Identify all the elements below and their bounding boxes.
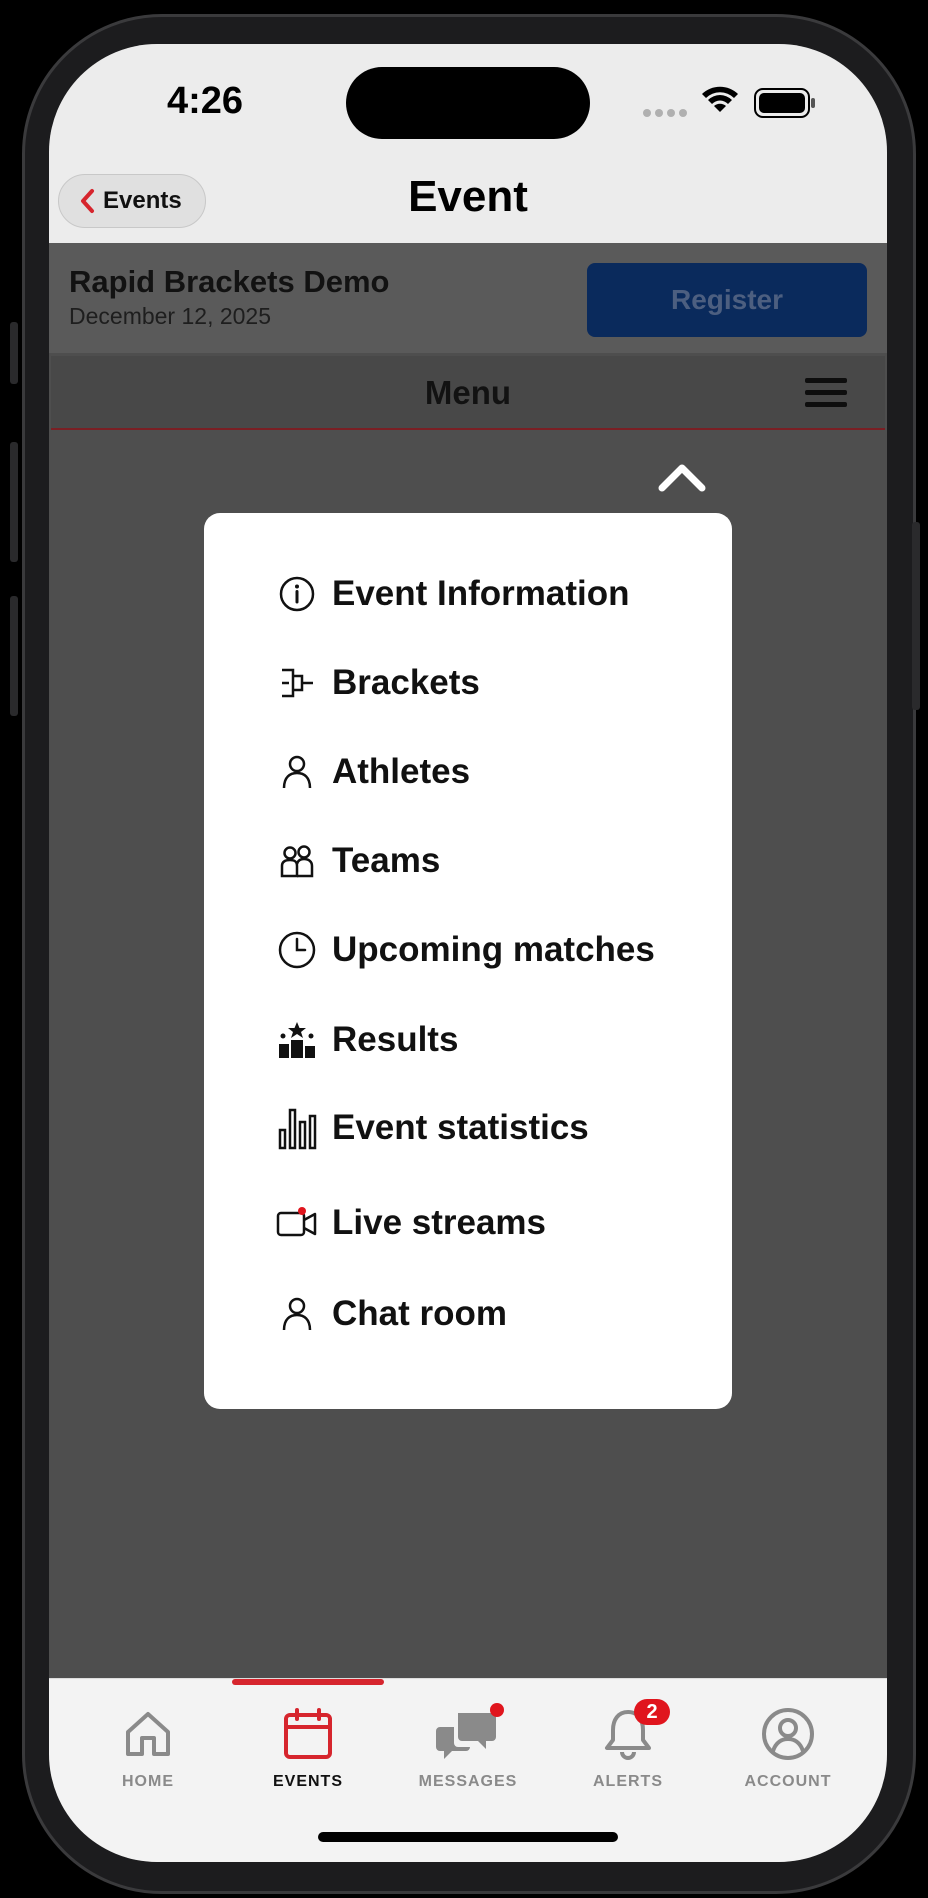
hamburger-menu-icon[interactable]: [805, 378, 847, 410]
bell-icon: 2: [558, 1699, 698, 1769]
back-button[interactable]: Events: [58, 174, 206, 228]
calendar-icon: [238, 1699, 378, 1769]
volume-down-button: [10, 596, 18, 716]
menu-item-brackets[interactable]: Brackets: [276, 653, 480, 713]
person-icon: [276, 1293, 318, 1335]
menu-item-label: Chat room: [332, 1294, 507, 1333]
tab-label: ALERTS: [593, 1773, 663, 1790]
status-time: 4:26: [167, 80, 244, 122]
podium-icon: [276, 1019, 318, 1061]
bracket-icon: [276, 662, 318, 704]
action-button: [10, 322, 18, 384]
menu-item-results[interactable]: Results: [276, 1010, 458, 1070]
tab-account[interactable]: ACCOUNT: [718, 1699, 858, 1791]
volume-up-button: [10, 442, 18, 562]
page-title: Event: [408, 172, 528, 221]
menu-item-event-information[interactable]: Event Information: [276, 564, 630, 624]
menu-item-label: Upcoming matches: [332, 930, 655, 969]
screen: 4:26 Events Event Rapid Brackets Demo De…: [49, 44, 887, 1862]
menu-item-label: Brackets: [332, 663, 480, 702]
power-button: [912, 522, 920, 710]
person-icon: [276, 751, 318, 793]
status-bar: 4:26: [49, 44, 887, 164]
tab-alerts[interactable]: 2 ALERTS: [558, 1699, 698, 1791]
clock-icon: [276, 929, 318, 971]
menu-item-live-streams[interactable]: Live streams: [276, 1193, 546, 1253]
active-tab-indicator: [232, 1679, 384, 1685]
info-icon: [276, 573, 318, 615]
unread-dot: [490, 1703, 504, 1717]
chevron-left-icon: [81, 189, 94, 213]
tab-events[interactable]: EVENTS: [238, 1699, 378, 1791]
alert-count-badge: 2: [634, 1699, 670, 1725]
cellular-signal-icon: [643, 104, 691, 122]
tab-home[interactable]: HOME: [78, 1699, 218, 1791]
menu-label: Menu: [424, 374, 512, 411]
wifi-icon: [702, 86, 738, 112]
tab-messages[interactable]: MESSAGES: [398, 1699, 538, 1791]
menu-item-event-statistics[interactable]: Event statistics: [276, 1098, 589, 1158]
menu-item-label: Live streams: [332, 1203, 547, 1242]
menu-item-label: Event statistics: [332, 1108, 589, 1147]
home-icon: [78, 1699, 218, 1769]
menu-item-label: Athletes: [332, 752, 471, 791]
chat-bubbles-icon: [398, 1699, 538, 1769]
menu-item-upcoming-matches[interactable]: Upcoming matches: [276, 920, 655, 980]
tab-label: EVENTS: [272, 1773, 343, 1790]
account-icon: [718, 1699, 858, 1769]
menu-item-label: Event Information: [332, 574, 630, 613]
event-name: Rapid Brackets Demo: [69, 264, 390, 299]
team-icon: [276, 840, 318, 882]
video-camera-icon: [276, 1202, 318, 1244]
event-menu-popup: Event Information Brackets Athletes Team…: [204, 513, 732, 1409]
dynamic-island: [346, 67, 590, 139]
tab-label: MESSAGES: [418, 1773, 518, 1790]
menu-item-teams[interactable]: Teams: [276, 831, 440, 891]
tab-label: HOME: [122, 1773, 174, 1790]
menu-item-chat-room[interactable]: Chat room: [276, 1284, 507, 1344]
menu-bar[interactable]: Menu: [51, 356, 885, 430]
bar-chart-icon: [276, 1107, 318, 1150]
chevron-up-icon: [658, 464, 706, 492]
back-button-label: Events: [103, 187, 182, 214]
battery-icon: [754, 88, 815, 118]
tab-label: ACCOUNT: [744, 1773, 832, 1790]
event-date: December 12, 2025: [69, 303, 272, 329]
menu-item-athletes[interactable]: Athletes: [276, 742, 470, 802]
register-button[interactable]: Register: [587, 263, 867, 337]
menu-item-label: Teams: [332, 841, 441, 880]
home-indicator[interactable]: [318, 1832, 618, 1842]
menu-item-label: Results: [332, 1020, 459, 1059]
